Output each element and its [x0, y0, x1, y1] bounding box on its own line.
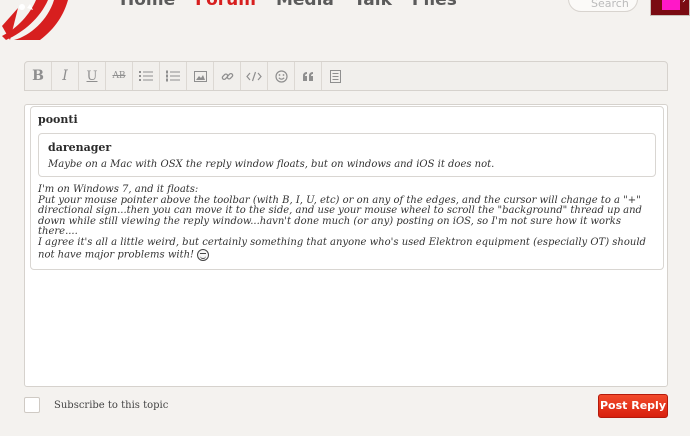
- nav-files[interactable]: Files: [412, 0, 457, 11]
- search-input[interactable]: Search: [568, 0, 638, 12]
- code-button[interactable]: [241, 62, 268, 90]
- strikethrough-icon: AB: [112, 71, 126, 81]
- strikethrough-button[interactable]: AB: [106, 62, 133, 90]
- document-icon: [330, 69, 341, 83]
- nested-quote: darenager Maybe on a Mac with OSX the re…: [38, 133, 656, 177]
- italic-icon: I: [62, 68, 68, 84]
- main-nav: Home Forum Media Talk Files: [120, 0, 477, 11]
- quote-button[interactable]: [295, 62, 322, 90]
- bullet-list-icon: [139, 71, 153, 81]
- smiley-icon: [197, 248, 210, 261]
- bullet-list-button[interactable]: [133, 62, 160, 90]
- logo[interactable]: [0, 0, 80, 40]
- italic-button[interactable]: I: [52, 62, 79, 90]
- chevron-down-icon[interactable]: ›: [682, 0, 686, 6]
- reply-editor: B I U AB poonti darenager Maybe on a Mac…: [24, 61, 668, 387]
- document-button[interactable]: [322, 62, 349, 90]
- image-button[interactable]: [187, 62, 214, 90]
- reply-textarea[interactable]: poonti darenager Maybe on a Mac with OSX…: [24, 104, 668, 387]
- quoted-post: poonti darenager Maybe on a Mac with OSX…: [30, 106, 664, 270]
- link-icon: [221, 72, 233, 80]
- underline-icon: U: [86, 68, 98, 84]
- post-reply-button[interactable]: Post Reply: [598, 394, 668, 418]
- user-avatar[interactable]: ›: [650, 0, 690, 16]
- post-line: I agree it's all a little weird, but cer…: [38, 236, 646, 261]
- bold-icon: B: [32, 68, 44, 84]
- post-line: Put your mouse pointer above the toolbar…: [38, 194, 642, 238]
- code-icon: [246, 71, 262, 81]
- post-author: poonti: [38, 113, 78, 126]
- editor-toolbar: B I U AB: [24, 61, 668, 91]
- underline-button[interactable]: U: [79, 62, 106, 90]
- subscribe-checkbox[interactable]: [24, 397, 40, 413]
- nav-forum[interactable]: Forum: [195, 0, 256, 11]
- bold-button[interactable]: B: [25, 62, 52, 90]
- quote-author: darenager: [48, 141, 112, 154]
- numbered-list-button[interactable]: [160, 62, 187, 90]
- emoji-button[interactable]: [268, 62, 295, 90]
- nav-home[interactable]: Home: [120, 0, 175, 11]
- nav-media[interactable]: Media: [276, 0, 334, 11]
- quote-icon: [302, 71, 313, 81]
- post-line: I'm on Windows 7, and it floats:: [38, 184, 199, 195]
- link-button[interactable]: [214, 62, 241, 90]
- subscribe-label: Subscribe to this topic: [54, 400, 169, 411]
- numbered-list-icon: [166, 70, 180, 82]
- image-icon: [193, 70, 207, 82]
- nav-talk[interactable]: Talk: [354, 0, 392, 11]
- site-header: Home Forum Media Talk Files Search ›: [0, 0, 690, 40]
- smiley-icon: [274, 69, 288, 83]
- quote-text: Maybe on a Mac with OSX the reply window…: [48, 159, 495, 170]
- post-body: I'm on Windows 7, and it floats: Put you…: [38, 184, 658, 261]
